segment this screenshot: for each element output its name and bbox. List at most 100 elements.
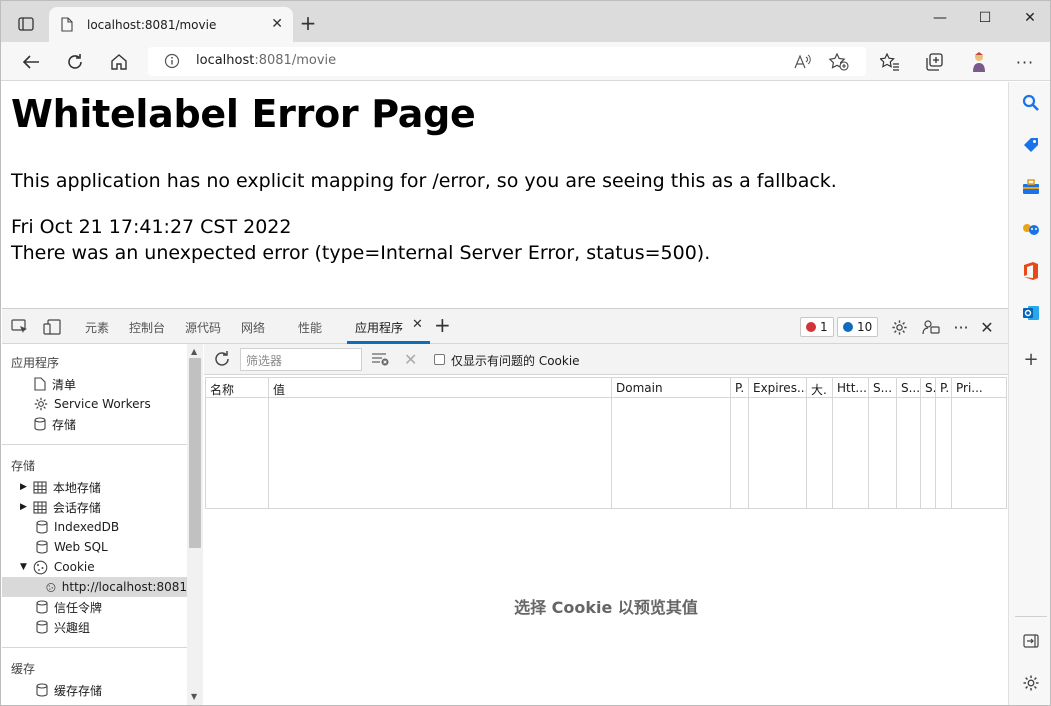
sidebar-outlook-button[interactable]	[1020, 302, 1042, 324]
collections-button[interactable]	[921, 49, 947, 75]
cookie-filter-input[interactable]: 筛选器	[240, 348, 362, 371]
tree-item-cookies[interactable]: ▼ Cookie	[20, 557, 95, 577]
sidebar-settings-button[interactable]	[1020, 672, 1042, 694]
minimize-button[interactable]: —	[925, 10, 955, 34]
column-divider[interactable]	[806, 378, 807, 508]
database-icon	[36, 683, 48, 697]
web-page: Whitelabel Error Page This application h…	[2, 82, 1008, 308]
scroll-down-icon[interactable]: ▼	[191, 692, 197, 701]
more-tools-button[interactable]: +	[434, 313, 451, 337]
sidebar-office-button[interactable]	[1020, 260, 1042, 282]
address-bar[interactable]: localhost:8081/movie	[148, 47, 866, 76]
tree-item-indexeddb[interactable]: IndexedDB	[36, 517, 119, 537]
delete-selected-button[interactable]: ✕	[404, 350, 417, 369]
refresh-cookies-button[interactable]	[213, 350, 231, 371]
tab-sources[interactable]: 源代码	[185, 319, 221, 336]
tree-item-trust-tokens[interactable]: 信任令牌	[36, 597, 102, 617]
tree-item-manifest[interactable]: 清单	[34, 374, 76, 394]
sidebar-search-button[interactable]	[1020, 92, 1042, 114]
toolbox-icon	[1023, 179, 1039, 194]
add-favorite-button[interactable]	[828, 51, 850, 73]
column-divider[interactable]	[268, 378, 269, 508]
tree-item-web-sql[interactable]: Web SQL	[36, 537, 108, 557]
tree-item-label: http://localhost:8081	[61, 580, 187, 594]
column-divider[interactable]	[868, 378, 869, 508]
tab-performance[interactable]: 性能	[298, 319, 322, 336]
tree-item-session-storage[interactable]: ▶ 会话存储	[20, 497, 101, 517]
settings-more-button[interactable]: ···	[1012, 49, 1038, 75]
tab-console[interactable]: 控制台	[129, 319, 165, 336]
close-tab-icon[interactable]: ✕	[412, 317, 423, 332]
tab-network[interactable]: 网络	[241, 319, 265, 336]
issues-badge[interactable]: 10	[837, 317, 879, 337]
devtools-more-button[interactable]: ···	[951, 317, 971, 337]
cookie-preview-placeholder: 选择 Cookie 以预览其值	[514, 598, 698, 617]
browser-tab[interactable]: localhost:8081/movie ✕	[49, 7, 293, 42]
column-divider[interactable]	[935, 378, 936, 508]
new-tab-button[interactable]: +	[297, 13, 319, 35]
tree-item-service-workers[interactable]: Service Workers	[34, 394, 151, 414]
close-window-button[interactable]: ✕	[1015, 10, 1045, 34]
column-divider[interactable]	[896, 378, 897, 508]
collapse-arrow-icon[interactable]: ▼	[20, 562, 27, 572]
close-devtools-button[interactable]: ✕	[977, 318, 997, 337]
sidebar-games-button[interactable]	[1020, 218, 1042, 240]
column-divider[interactable]	[748, 378, 749, 508]
column-header[interactable]: 值	[273, 381, 603, 398]
sidebar-scrollbar[interactable]: ▲ ▼	[187, 344, 203, 705]
tree-item-interest-groups[interactable]: 兴趣组	[36, 617, 90, 637]
tree-item-cache-storage[interactable]: 缓存存储	[36, 680, 102, 700]
column-header[interactable]: Htt...	[837, 381, 869, 395]
inspect-element-button[interactable]	[10, 318, 30, 336]
sidebar-shopping-button[interactable]	[1020, 134, 1042, 156]
column-divider[interactable]	[730, 378, 731, 508]
column-header[interactable]: Pri...	[956, 381, 986, 395]
maximize-button[interactable]: ☐	[970, 10, 1000, 34]
column-header[interactable]: 大.	[811, 381, 833, 398]
tree-item-cookie-origin[interactable]: http://localhost:8081	[2, 577, 187, 597]
expand-arrow-icon[interactable]: ▶	[20, 482, 27, 492]
device-emulation-button[interactable]	[42, 318, 62, 336]
tab-application[interactable]: 应用程序	[355, 319, 403, 336]
expand-arrow-icon[interactable]: ▶	[20, 502, 27, 512]
tab-close-icon[interactable]: ✕	[271, 16, 283, 32]
column-divider[interactable]	[611, 378, 612, 508]
read-aloud-button[interactable]	[792, 51, 814, 73]
errors-badge[interactable]: 1	[800, 317, 834, 337]
column-header[interactable]: Domain	[616, 381, 728, 395]
home-button[interactable]	[106, 49, 132, 75]
back-button[interactable]	[18, 49, 44, 75]
only-issues-checkbox[interactable]	[434, 354, 445, 365]
column-header[interactable]: Expires...	[753, 381, 807, 395]
cookie-view: 筛选器 ✕ 仅显示有问题的 Cookie 名称 值 Domain P. Expi…	[204, 344, 1008, 705]
table-icon	[33, 480, 47, 494]
favorites-button[interactable]	[877, 49, 903, 75]
sidebar-hide-button[interactable]	[1020, 630, 1042, 652]
tree-item-storage[interactable]: 存储	[34, 414, 76, 434]
column-divider[interactable]	[832, 378, 833, 508]
refresh-button[interactable]	[62, 49, 88, 75]
cookie-table-header: 名称 值 Domain P. Expires... 大. Htt... S...…	[206, 378, 1006, 398]
section-application: 应用程序	[11, 356, 60, 370]
feedback-button[interactable]	[921, 318, 941, 336]
column-divider[interactable]	[920, 378, 921, 508]
column-divider[interactable]	[951, 378, 952, 508]
clear-all-cookies-button[interactable]	[371, 352, 389, 369]
tab-elements[interactable]: 元素	[85, 319, 109, 336]
scroll-up-icon[interactable]: ▲	[191, 347, 197, 356]
tab-actions-button[interactable]	[13, 12, 39, 36]
sidebar-tools-button[interactable]	[1020, 176, 1042, 198]
devtools-settings-button[interactable]	[889, 318, 909, 336]
sidebar-add-button[interactable]: +	[1020, 348, 1042, 370]
scrollbar-thumb[interactable]	[189, 358, 201, 548]
column-header[interactable]: S...	[873, 381, 897, 395]
column-header[interactable]: 名称	[210, 381, 266, 398]
profile-button[interactable]	[966, 49, 992, 75]
section-cache: 缓存	[11, 662, 36, 676]
more-icon: ···	[953, 317, 969, 337]
column-header[interactable]: S...	[901, 381, 921, 395]
column-header[interactable]: P.	[735, 381, 749, 395]
close-icon: ✕	[404, 350, 418, 369]
info-icon[interactable]	[164, 53, 180, 69]
tree-item-local-storage[interactable]: ▶ 本地存储	[20, 477, 101, 497]
